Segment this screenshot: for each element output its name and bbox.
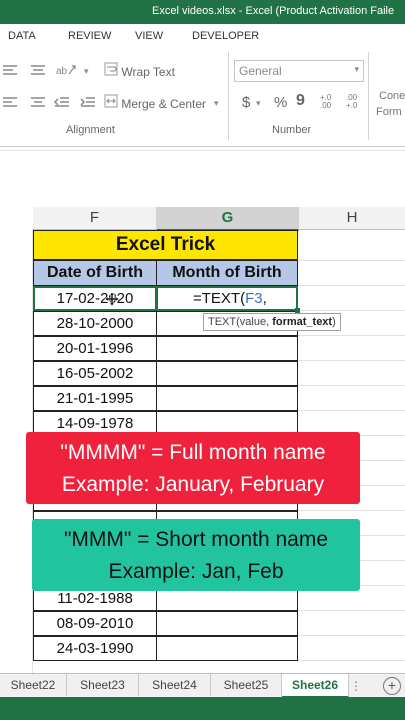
formula-ref: F3 [245,290,263,307]
orientation-icon[interactable]: ab [55,62,77,81]
sheet-tab-sheet22[interactable]: Sheet22 [0,674,67,696]
tooltip-end: ) [332,316,336,328]
number-format-value: General [239,64,282,78]
merge-center-label: Merge & Center [121,97,207,111]
ribbon-tabs: DATA REVIEW VIEW DEVELOPER [0,24,405,47]
tab-view[interactable]: VIEW [135,30,163,42]
grid-line [298,335,405,336]
grid-line [298,410,405,411]
move-cursor-icon [104,291,120,307]
grid-line [298,635,405,636]
grid-line [298,285,405,286]
merge-center-icon [104,94,118,111]
function-tooltip[interactable]: TEXT(value, format_text) [203,313,341,331]
banner-short-month-line2: Example: Jan, Feb [108,560,284,583]
wrap-text-label: Wrap Text [121,65,175,79]
banner-full-month-line2: Example: January, February [61,473,325,496]
column-header-h[interactable]: H [299,207,405,230]
banner-full-month-line1: "MMMM" = Full month name [60,441,326,464]
table-title[interactable]: Excel Trick [33,230,298,260]
window-title: Excel videos.xlsx - Excel (Product Activ… [152,5,395,17]
grid-line [298,660,405,661]
sheet-tab-sheet23[interactable]: Sheet23 [67,674,139,696]
decrease-indent-icon[interactable] [53,96,70,111]
add-sheet-button[interactable]: + [383,677,401,695]
decrease-decimal-button[interactable]: .00 +.0 [346,94,366,110]
sheet-tab-sheet25[interactable]: Sheet25 [211,674,282,696]
grid-line [298,610,405,611]
column-header-f[interactable]: F [33,207,157,230]
wrap-text-icon [104,62,118,79]
date-cell[interactable]: 08-09-2010 [33,611,157,636]
month-cell[interactable] [156,386,298,411]
align-left-icon[interactable] [2,96,18,111]
more-options-icon[interactable]: ⋮ [350,679,362,693]
banner-short-month: "MMM" = Short month name Example: Jan, F… [32,519,360,591]
align-icon-top[interactable] [2,64,18,79]
tooltip-fn: TEXT(value, [208,316,273,328]
active-cell-outline [33,286,157,311]
ribbon-separator [368,52,369,140]
wrap-text-button[interactable]: Wrap Text [104,62,175,79]
sheet-tab-sheet24[interactable]: Sheet24 [139,674,211,696]
column-header-g[interactable]: G [157,207,299,231]
formula-area [0,147,405,207]
formula-bar-divider [0,150,405,151]
dropdown-arrow-icon[interactable]: ▾ [84,66,89,77]
merge-dropdown-icon[interactable]: ▾ [214,98,219,109]
sheet-tab-bar: Sheet22 Sheet23 Sheet24 Sheet25 Sheet26 ⋮ + [0,673,405,698]
increase-decimal-button[interactable]: +.0 .00 [320,94,340,110]
sheet-tab-sheet26[interactable]: Sheet26 [282,674,349,698]
banner-short-month-line1: "MMM" = Short month name [63,528,329,551]
ribbon-separator [228,52,229,140]
month-cell[interactable] [156,611,298,636]
month-cell[interactable] [156,636,298,661]
month-cell[interactable] [156,336,298,361]
formula-cell[interactable]: =TEXT(F3, [156,286,298,311]
tab-review[interactable]: REVIEW [68,30,111,42]
number-group-label: Number [272,124,312,136]
tab-data[interactable]: DATA [8,30,36,42]
number-format-dropdown-icon: ▾ [354,64,359,74]
grid-line [298,310,405,311]
percent-button[interactable]: % [274,94,287,111]
increase-indent-icon[interactable] [80,96,96,111]
date-cell[interactable]: 21-01-1995 [33,386,157,411]
tooltip-arg: format_text [272,316,333,328]
ribbon: ab ▾ Wrap Text Merge & Center ▾ Alignmen… [0,46,405,147]
formula-suffix: , [262,290,267,307]
svg-text:ab: ab [56,66,68,77]
status-bar [0,697,405,720]
date-cell[interactable]: 16-05-2002 [33,361,157,386]
grid-line [298,260,405,261]
grid-line [298,510,405,511]
banner-full-month: "MMMM" = Full month name Example: Januar… [26,432,360,504]
number-format-select[interactable]: General ▾ [234,60,364,82]
currency-dropdown-icon[interactable]: ▾ [256,98,261,109]
header-date-of-birth[interactable]: Date of Birth [33,260,157,286]
title-bar: Excel videos.xlsx - Excel (Product Activ… [0,0,405,24]
grid-line [298,360,405,361]
format-as-table-label[interactable]: Form [376,106,402,118]
conditional-formatting-label[interactable]: Cone [379,90,405,102]
currency-button[interactable]: $ [242,94,250,111]
merge-center-button[interactable]: Merge & Center [104,94,206,111]
grid-line [298,385,405,386]
align-center-icon[interactable] [30,96,46,111]
comma-style-button[interactable]: 9 [296,92,305,110]
formula-prefix: =TEXT( [193,290,246,307]
date-cell[interactable]: 28-10-2000 [33,311,157,336]
tab-developer[interactable]: DEVELOPER [192,30,259,42]
align-icon-middle[interactable] [30,64,46,79]
month-cell[interactable] [156,361,298,386]
alignment-group-label: Alignment [66,124,115,136]
date-cell[interactable]: 24-03-1990 [33,636,157,661]
date-cell[interactable]: 20-01-1996 [33,336,157,361]
header-month-of-birth[interactable]: Month of Birth [156,260,298,286]
